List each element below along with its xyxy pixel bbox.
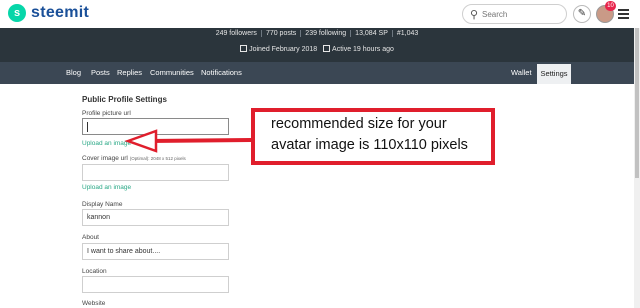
annotation-callout: recommended size for your avatar image i… — [251, 108, 495, 165]
annotation-line-1: recommended size for your — [271, 116, 447, 132]
annotation-line-2: avatar image is 110x110 pixels — [271, 137, 468, 153]
